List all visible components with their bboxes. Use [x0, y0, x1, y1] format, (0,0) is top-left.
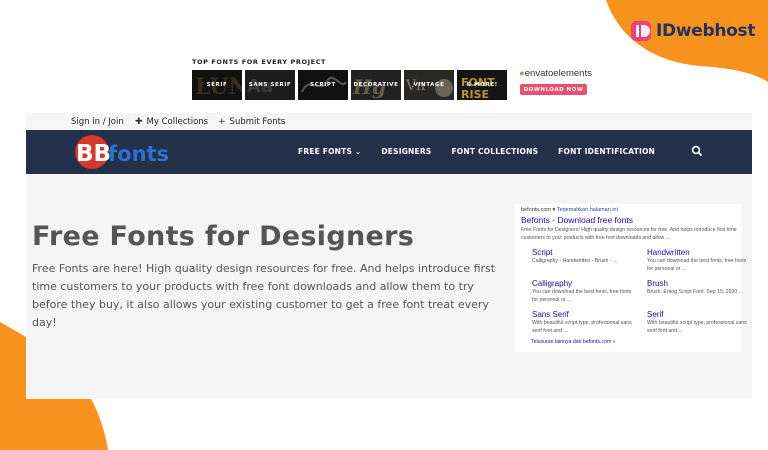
- nav-free-fonts[interactable]: FREE FONTS ⌄: [298, 147, 361, 156]
- pin-icon: ✚: [135, 117, 143, 127]
- ad-tile-decorative[interactable]: Hg DECORATIVE: [351, 70, 401, 100]
- logo-bb: BB: [76, 141, 111, 167]
- top-bar: Sign in / Join ✚ My Collections + Submit F…: [26, 113, 752, 130]
- nav-font-identification[interactable]: FONT IDENTIFICATION: [558, 147, 655, 156]
- envato-elements-logo: ●envatoelements: [519, 68, 592, 79]
- sitelink-script[interactable]: Script Calligraphy - Handwritten - Brush…: [532, 248, 632, 266]
- ad-tile-sans-serif[interactable]: Aa SANS SERIF: [245, 70, 295, 100]
- logo-fonts: fonts: [108, 142, 169, 166]
- result-title[interactable]: Befonts - Download free fonts: [521, 215, 633, 225]
- idwebhost-logo-text: IDwebhost: [656, 21, 756, 41]
- ad-banner[interactable]: TOP FONTS FOR EVERY PROJECT LUNA SERIF A…: [190, 56, 592, 102]
- idwebhost-logo-mark-icon: [631, 21, 651, 41]
- sitelink-serif[interactable]: Serif With beautiful script type, profes…: [647, 310, 747, 335]
- chevron-down-icon: ⌄: [354, 147, 362, 156]
- translate-link[interactable]: Terjemahkan halaman ini: [557, 207, 618, 213]
- sitelink-handwritten[interactable]: Handwritten You can download the best fo…: [647, 248, 747, 273]
- ad-heading: TOP FONTS FOR EVERY PROJECT: [192, 58, 327, 66]
- befonts-website: Sign in / Join ✚ My Collections + Submit F…: [26, 113, 752, 399]
- nav-font-collections[interactable]: FONT COLLECTIONS: [451, 147, 538, 156]
- hero-description: Free Fonts are here! High quality design…: [32, 262, 496, 329]
- ad-tile-more[interactable]: FONT RISE & MORE!: [457, 70, 507, 100]
- nav-designers[interactable]: DESIGNERS: [381, 147, 431, 156]
- download-now-button[interactable]: DOWNLOAD NOW: [520, 84, 587, 95]
- ad-tile-script[interactable]: SCRIPT: [298, 70, 348, 100]
- more-results-link[interactable]: Telusuran lainnya dari befonts.com »: [531, 339, 616, 345]
- search-result-card: befonts.com ▾ Terjemahkan halaman ini Be…: [514, 204, 747, 352]
- sitelink-calligraphy[interactable]: Calligraphy You can download the best fo…: [532, 279, 632, 304]
- sitelink-sans-serif[interactable]: Sans Serif With beautiful script type, p…: [532, 310, 632, 335]
- signin-link[interactable]: Sign in / Join: [71, 117, 124, 127]
- search-icon[interactable]: [691, 145, 703, 157]
- ad-tile-vintage[interactable]: Vn VINTAGE: [404, 70, 454, 100]
- plus-icon: +: [218, 117, 226, 127]
- sitelink-brush[interactable]: Brush Brush. Entog Script Font. Sep 15, …: [647, 279, 747, 297]
- main-navbar: BB fonts FREE FONTS ⌄ DESIGNERS FONT COL…: [26, 130, 752, 174]
- hero-title: Free Fonts for Designers: [32, 221, 415, 252]
- svg-text:RISE: RISE: [461, 88, 489, 100]
- result-url: befonts.com ▾ Terjemahkan halaman ini: [521, 207, 618, 213]
- result-snippet: Free Fonts for Designers! High quality d…: [521, 227, 737, 241]
- befonts-logo[interactable]: BB fonts: [72, 132, 182, 172]
- idwebhost-logo: IDwebhost: [630, 20, 755, 42]
- submit-fonts-link[interactable]: + Submit Fonts: [218, 117, 285, 127]
- nav-menu: FREE FONTS ⌄ DESIGNERS FONT COLLECTIONS …: [298, 147, 675, 156]
- ad-font-tiles: LUNA SERIF Aa SANS SERIF SCRIPT Hg DECOR…: [192, 70, 507, 100]
- ad-tile-serif[interactable]: LUNA SERIF: [192, 70, 242, 100]
- my-collections-link[interactable]: ✚ My Collections: [135, 117, 208, 127]
